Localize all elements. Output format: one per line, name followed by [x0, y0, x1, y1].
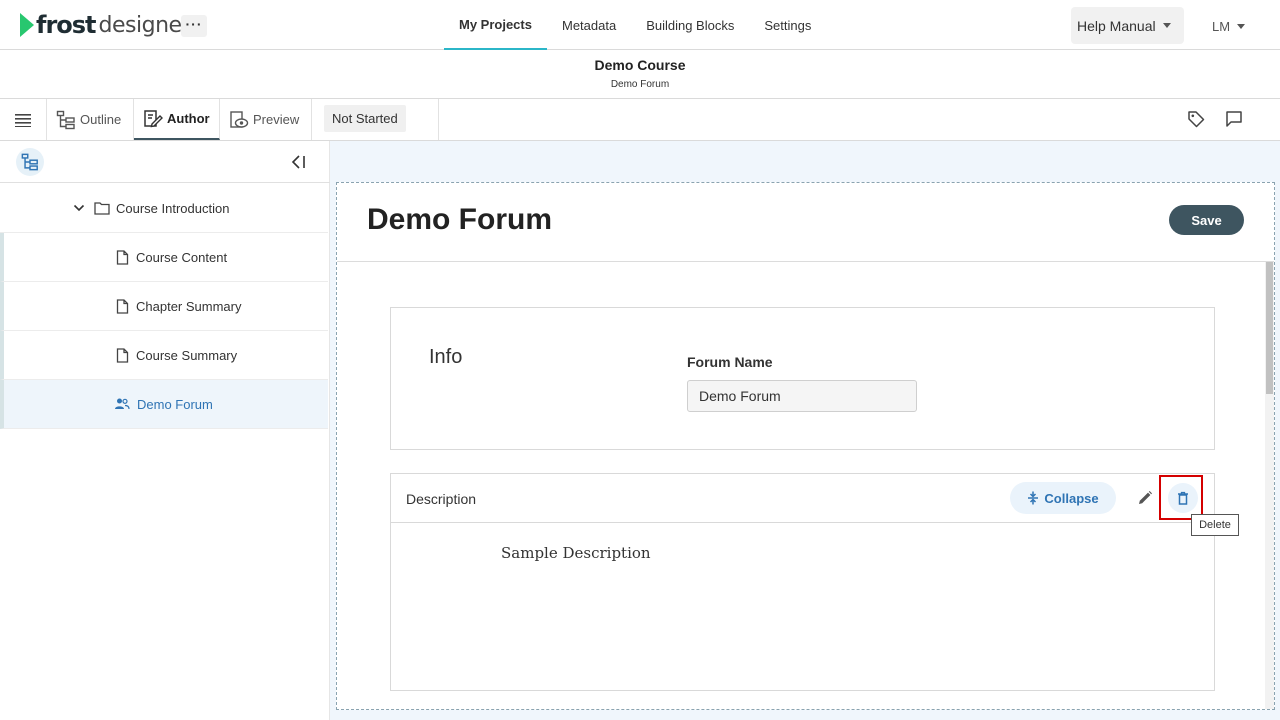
top-navigation: My Projects Metadata Building Blocks Set…: [444, 0, 826, 50]
collapse-button[interactable]: Collapse: [1010, 482, 1116, 514]
info-section: Info Forum Name Demo Forum: [390, 307, 1215, 450]
tree-item-label: Course Summary: [136, 347, 238, 363]
comment-icon[interactable]: [1224, 109, 1244, 129]
tree-item-label: Course Content: [136, 249, 228, 265]
frost-designer-logo[interactable]: frost designer: [20, 10, 191, 40]
tab-outline[interactable]: Outline: [47, 99, 134, 140]
tree-item-label: Demo Forum: [137, 396, 213, 412]
tab-author-label: Author: [167, 111, 210, 126]
collapse-icon: [1028, 491, 1039, 505]
save-button[interactable]: Save: [1169, 205, 1244, 235]
tab-preview[interactable]: Preview: [220, 99, 312, 140]
tab-outline-label: Outline: [80, 112, 122, 127]
nav-settings[interactable]: Settings: [749, 0, 826, 50]
tag-icon[interactable]: [1186, 109, 1206, 129]
scrollbar-thumb[interactable]: [1266, 262, 1273, 394]
status-badge[interactable]: Not Started: [324, 105, 406, 132]
chevron-down-icon: [1237, 23, 1246, 29]
tab-author[interactable]: Author: [134, 99, 220, 140]
nav-my-projects[interactable]: My Projects: [444, 0, 547, 50]
description-title: Description: [406, 491, 477, 507]
tree-view-icon: [21, 153, 38, 171]
main-content: Demo Forum Save Info Forum Name Demo For…: [330, 141, 1280, 720]
top-bar: frost designer ··· My Projects Metadata …: [0, 0, 1280, 50]
chevron-down-icon[interactable]: [73, 202, 85, 214]
page-icon: [116, 298, 129, 314]
description-header: Description Collapse: [391, 474, 1214, 523]
logo-text-designer: designer: [98, 12, 191, 38]
forum-users-icon: [115, 398, 130, 410]
tree-item-label: Chapter Summary: [136, 298, 242, 314]
course-title-band: Demo Course Demo Forum: [0, 50, 1280, 99]
scrollbar[interactable]: [1265, 262, 1274, 709]
help-manual-label: Help Manual: [1077, 17, 1156, 34]
description-text: Sample Description: [501, 544, 651, 562]
hamburger-menu-button[interactable]: [0, 99, 47, 140]
help-manual-dropdown[interactable]: Help Manual: [1071, 7, 1184, 44]
editor-header: Demo Forum Save: [337, 183, 1274, 262]
course-tree-sidebar: Course Introduction Course Content Chapt…: [0, 141, 330, 720]
logo-text-frost: frost: [36, 11, 97, 39]
course-subtitle: Demo Forum: [610, 79, 670, 90]
tree-view-button[interactable]: [16, 148, 44, 176]
tree-item-course-content[interactable]: Course Content: [0, 233, 328, 282]
course-title: Demo Course: [594, 57, 686, 73]
editor-toolbar: Outline Author Preview Not Started: [0, 99, 1280, 141]
page-title: Demo Forum: [367, 203, 553, 236]
delete-tooltip: Delete: [1191, 514, 1239, 536]
tree-item-course-introduction[interactable]: Course Introduction: [0, 184, 328, 233]
page-icon: [116, 249, 129, 265]
folder-icon: [94, 202, 110, 215]
sidebar-header: [0, 141, 330, 183]
hamburger-icon: [15, 113, 31, 127]
status-area: Not Started: [312, 99, 439, 140]
tree-item-chapter-summary[interactable]: Chapter Summary: [0, 282, 328, 331]
chevron-down-icon: [1162, 23, 1171, 28]
collapse-label: Collapse: [1044, 490, 1099, 506]
tree-item-demo-forum[interactable]: Demo Forum: [0, 380, 328, 429]
user-menu-dropdown[interactable]: LM: [1212, 15, 1246, 37]
nav-metadata[interactable]: Metadata: [547, 0, 631, 50]
tree-item-label: Course Introduction: [116, 200, 230, 216]
outline-icon: [56, 110, 75, 129]
page-icon: [116, 347, 129, 363]
description-section: Description Collapse Sample Description: [390, 473, 1215, 691]
user-initials: LM: [1212, 18, 1231, 34]
forum-name-input[interactable]: Demo Forum: [687, 380, 917, 412]
pencil-edit-icon[interactable]: [1137, 490, 1153, 506]
logo-chevron-icon: [20, 13, 34, 37]
preview-icon: [230, 110, 249, 128]
author-icon: [144, 109, 163, 127]
info-section-title: Info: [429, 346, 463, 368]
nav-building-blocks[interactable]: Building Blocks: [631, 0, 749, 50]
forum-name-label: Forum Name: [687, 354, 773, 370]
tree-item-course-summary[interactable]: Course Summary: [0, 331, 328, 380]
collapse-sidebar-icon[interactable]: [290, 153, 308, 171]
more-options-button[interactable]: ···: [181, 15, 207, 37]
forum-editor-card: Demo Forum Save Info Forum Name Demo For…: [336, 182, 1275, 710]
tab-preview-label: Preview: [253, 112, 300, 127]
